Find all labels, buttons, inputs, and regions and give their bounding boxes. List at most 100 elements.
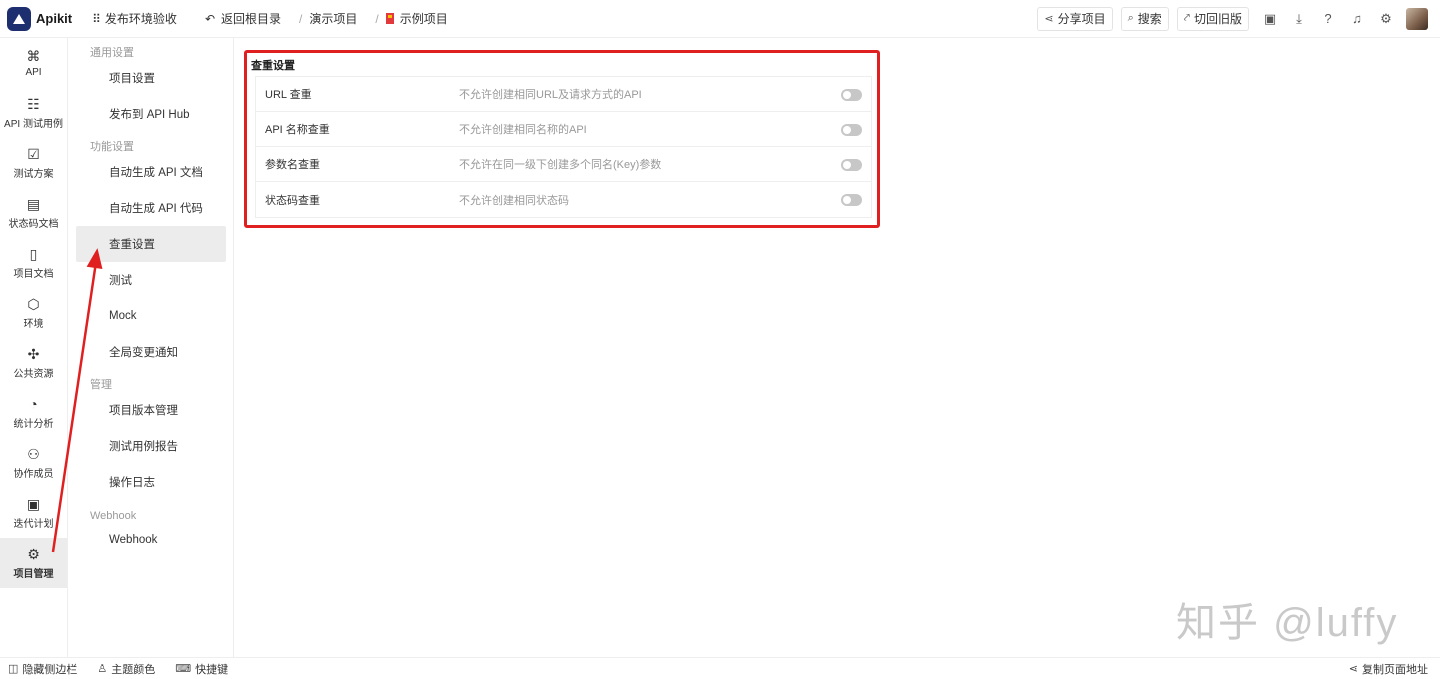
- project-tag-icon: [385, 13, 394, 24]
- keyboard-icon: ⌨: [175, 663, 192, 675]
- pie-chart-icon: ◔: [29, 395, 38, 412]
- bell-icon[interactable]: ♫: [1349, 11, 1365, 27]
- nav-item-shared-resources[interactable]: ✣ 公共资源: [0, 338, 67, 388]
- sub-item-publish-api-hub[interactable]: 发布到 API Hub: [68, 96, 225, 132]
- breadcrumb-separator: /: [375, 11, 379, 26]
- help-icon[interactable]: ?: [1320, 11, 1336, 27]
- nav-item-label: 项目文档: [13, 268, 54, 280]
- calendar-check-icon: ▣: [26, 495, 41, 512]
- nav-item-project-docs[interactable]: ▯ 项目文档: [0, 238, 67, 288]
- api-name-check-toggle[interactable]: [841, 124, 862, 136]
- sub-item-duplicate-check[interactable]: 查重设置: [76, 226, 226, 262]
- sub-item-operation-log[interactable]: 操作日志: [68, 464, 225, 500]
- nav-item-label: 环境: [23, 318, 44, 330]
- brand-name: Apikit: [36, 11, 73, 26]
- environment-icon: ⬡: [27, 295, 40, 312]
- download-icon[interactable]: ⤓: [1291, 11, 1307, 27]
- shortcuts-button[interactable]: ⌨ 快捷键: [175, 661, 228, 677]
- sub-item-webhook[interactable]: Webhook: [68, 522, 225, 558]
- nav-item-iteration-plan[interactable]: ▣ 迭代计划: [0, 488, 67, 538]
- gear-icon: ⚙: [27, 545, 40, 562]
- sub-item-version-management[interactable]: 项目版本管理: [68, 392, 225, 428]
- sub-item-project-settings[interactable]: 项目设置: [68, 60, 225, 96]
- setting-row-status-code: 状态码查重 不允许创建相同状态码: [256, 182, 871, 217]
- sidebar-icon: ◫: [8, 663, 19, 675]
- back-to-root-link[interactable]: 返回根目录: [221, 10, 281, 27]
- shortcuts-label: 快捷键: [195, 663, 229, 676]
- breadcrumb-item-project[interactable]: 示例项目: [400, 10, 448, 27]
- puzzle-icon: ✣: [27, 345, 40, 362]
- setting-description: 不允许创建相同URL及请求方式的API: [459, 89, 642, 101]
- setting-name: API 名称查重: [265, 124, 330, 136]
- nav-item-test-plan[interactable]: ☑ 测试方案: [0, 138, 67, 188]
- share-icon: ⋖: [1044, 13, 1054, 25]
- environment-switcher[interactable]: ⠿ 发布环境验收: [92, 10, 177, 27]
- avatar[interactable]: [1406, 7, 1428, 30]
- back-arrow-icon: ↶: [204, 11, 215, 26]
- sub-item-test-case-report[interactable]: 测试用例报告: [68, 428, 225, 464]
- theme-color-label: 主题颜色: [111, 663, 156, 676]
- project-doc-icon: ▯: [29, 245, 38, 262]
- copy-page-url-label: 复制页面地址: [1362, 663, 1428, 676]
- hide-sidebar-label: 隐藏侧边栏: [22, 663, 78, 676]
- nav-item-status-codes[interactable]: ▤ 状态码文档: [0, 188, 67, 238]
- sub-item-auto-api-code[interactable]: 自动生成 API 代码: [68, 190, 225, 226]
- copy-page-url-button[interactable]: ⋖ 复制页面地址: [1349, 661, 1428, 677]
- theme-color-button[interactable]: ♙ 主题颜色: [97, 661, 155, 677]
- logo[interactable]: Apikit: [7, 6, 73, 31]
- nav-item-project-management[interactable]: ⚙ 项目管理: [0, 538, 67, 588]
- gear-icon[interactable]: ⚙: [1378, 11, 1394, 27]
- breadcrumb: ↶ 返回根目录 / 演示项目 / 示例项目: [205, 10, 454, 27]
- nav-item-label: 协作成员: [13, 468, 54, 480]
- switch-icon: ⤤: [1183, 12, 1190, 24]
- search-button[interactable]: ⌕ 搜索: [1120, 6, 1169, 31]
- nav-item-statistics[interactable]: ◔ 统计分析: [0, 388, 67, 438]
- section-title-features: 功能设置: [90, 141, 134, 153]
- setting-row-api-name: API 名称查重 不允许创建相同名称的API: [256, 112, 871, 147]
- param-name-check-toggle[interactable]: [841, 159, 862, 171]
- sub-item-mock[interactable]: Mock: [68, 298, 225, 334]
- share-icon: ⋖: [1348, 663, 1358, 675]
- sub-item-testing[interactable]: 测试: [68, 262, 225, 298]
- nav-item-label: 状态码文档: [8, 218, 59, 230]
- nav-item-api-test-cases[interactable]: ☷ API 测试用例: [0, 88, 67, 138]
- api-icon: ⌘: [26, 47, 41, 64]
- bottom-bar: ◫ 隐藏侧边栏 ♙ 主题颜色 ⌨ 快捷键 ⋖ 复制页面地址: [0, 657, 1440, 679]
- nav-item-environment[interactable]: ⬡ 环境: [0, 288, 67, 338]
- shirt-icon: ♙: [97, 663, 108, 675]
- switch-old-version-button[interactable]: ⤤ 切回旧版: [1176, 6, 1249, 31]
- test-plan-icon: ☑: [27, 145, 40, 162]
- switch-old-version-label: 切回旧版: [1193, 12, 1242, 26]
- url-check-toggle[interactable]: [841, 89, 862, 101]
- members-icon: ⚇: [27, 445, 40, 462]
- setting-description: 不允许在同一级下创建多个同名(Key)参数: [459, 159, 662, 171]
- main-content: 查重设置 URL 查重 不允许创建相同URL及请求方式的API API 名称查重…: [234, 38, 1440, 657]
- search-label: 搜索: [1137, 12, 1162, 26]
- sub-item-global-change-notice[interactable]: 全局变更通知: [68, 334, 225, 370]
- watermark: 知乎 @luffy: [1176, 601, 1399, 645]
- nav-item-label: 测试方案: [13, 168, 54, 180]
- panel-title: 查重设置: [251, 60, 295, 72]
- sub-item-auto-api-docs[interactable]: 自动生成 API 文档: [68, 154, 225, 190]
- nav-item-label: 统计分析: [13, 418, 54, 430]
- section-title-webhook: Webhook: [90, 510, 137, 522]
- nav-item-label: API 测试用例: [4, 118, 63, 130]
- share-project-button[interactable]: ⋖ 分享项目: [1037, 6, 1113, 31]
- section-title-manage: 管理: [90, 379, 112, 391]
- hide-sidebar-button[interactable]: ◫ 隐藏侧边栏: [8, 661, 77, 677]
- nav-item-members[interactable]: ⚇ 协作成员: [0, 438, 67, 488]
- top-bar: Apikit ⠿ 发布环境验收 ↶ 返回根目录 / 演示项目 / 示例项目 ⋖ …: [0, 0, 1440, 38]
- top-actions: ⋖ 分享项目 ⌕ 搜索 ⤤ 切回旧版 ▣ ⤓ ? ♫ ⚙: [1029, 6, 1428, 31]
- setting-name: URL 查重: [265, 89, 312, 101]
- setting-row-url: URL 查重 不允许创建相同URL及请求方式的API: [256, 77, 871, 112]
- calendar-icon[interactable]: ▣: [1262, 11, 1278, 27]
- duplicate-check-panel: 查重设置 URL 查重 不允许创建相同URL及请求方式的API API 名称查重…: [244, 50, 880, 228]
- status-code-check-toggle[interactable]: [841, 194, 862, 206]
- settings-sub-nav: 通用设置 项目设置 发布到 API Hub 功能设置 自动生成 API 文档 自…: [68, 38, 234, 657]
- setting-description: 不允许创建相同名称的API: [459, 124, 587, 136]
- nav-item-label: 公共资源: [13, 368, 54, 380]
- grid-icon: ⠿: [92, 11, 101, 26]
- share-label: 分享项目: [1057, 12, 1106, 26]
- breadcrumb-item-demo[interactable]: 演示项目: [309, 10, 357, 27]
- nav-item-api[interactable]: ⌘ API: [0, 38, 67, 88]
